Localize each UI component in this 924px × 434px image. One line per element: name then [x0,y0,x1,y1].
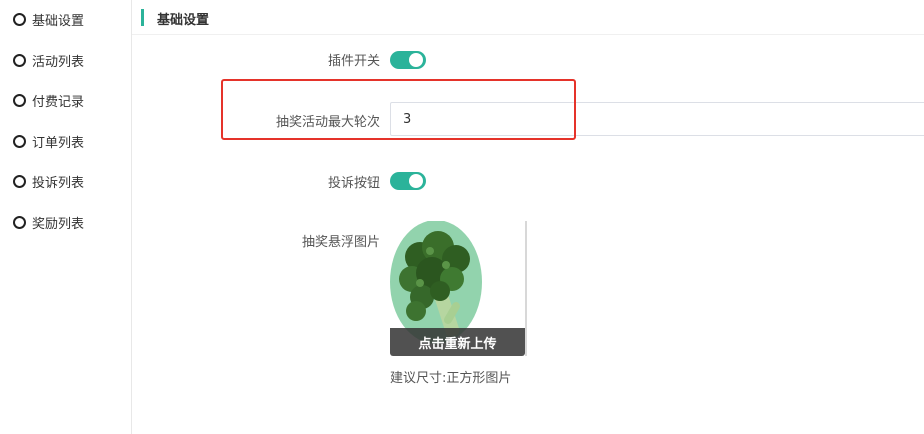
sidebar-item-label: 基础设置 [32,14,85,29]
main-panel: 基础设置 插件开关 抽奖活动最大轮次 投诉按钮 抽奖悬浮图片 点击重新 [132,0,924,434]
sidebar-item-label: 活动列表 [32,55,85,70]
complaint-button-label: 投诉按钮 [327,176,380,191]
circle-icon [13,94,26,107]
section-accent-bar [141,9,144,26]
highlight-box [221,79,576,140]
sidebar-item-reward-list[interactable]: 奖励列表 [0,211,131,233]
sidebar: 基础设置 活动列表 付费记录 订单列表 投诉列表 奖励列表 [0,0,132,434]
float-image-upload[interactable]: 点击重新上传 [390,221,527,356]
circle-icon [13,216,26,229]
reupload-button[interactable]: 点击重新上传 [390,328,525,356]
sidebar-item-complaint-list[interactable]: 投诉列表 [0,170,131,192]
sidebar-item-label: 付费记录 [32,95,85,110]
section-title: 基础设置 [157,13,210,28]
sidebar-item-activity-list[interactable]: 活动列表 [0,49,131,71]
sidebar-item-label: 投诉列表 [32,176,85,191]
sidebar-item-basic-settings[interactable]: 基础设置 [0,8,131,30]
toggle-knob [409,174,423,188]
sidebar-item-label: 奖励列表 [32,217,85,232]
float-image-label: 抽奖悬浮图片 [301,235,380,250]
circle-icon [13,54,26,67]
image-size-hint: 建议尺寸:正方形图片 [390,371,512,386]
sidebar-item-label: 订单列表 [32,136,85,151]
plugin-switch-toggle[interactable] [390,51,426,69]
divider [132,34,924,35]
sidebar-item-payment-records[interactable]: 付费记录 [0,89,131,111]
circle-icon [13,13,26,26]
complaint-button-toggle[interactable] [390,172,426,190]
circle-icon [13,135,26,148]
circle-icon [13,175,26,188]
sidebar-item-order-list[interactable]: 订单列表 [0,130,131,152]
toggle-knob [409,53,423,67]
plugin-switch-label: 插件开关 [327,54,380,69]
